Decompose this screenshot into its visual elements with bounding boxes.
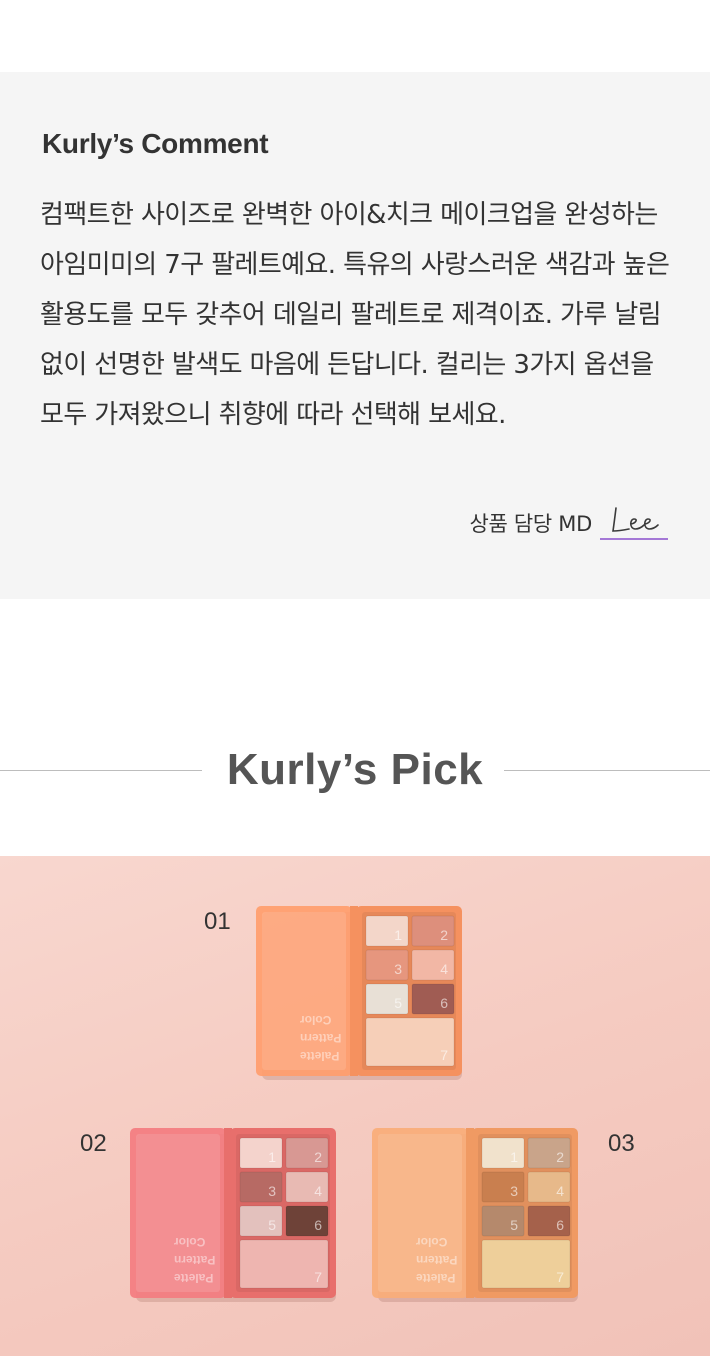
shade-label-6: 6: [314, 1217, 322, 1233]
signature-scribble-icon: [612, 507, 659, 532]
lid-text: Pattern: [416, 1253, 457, 1267]
option-number-03: 03: [608, 1130, 635, 1157]
lid-text: Color: [174, 1235, 206, 1249]
shade-label-2: 2: [440, 927, 448, 943]
lid-text: Pattern: [300, 1031, 341, 1045]
lid-text: Palette: [300, 1049, 340, 1063]
shade-label-5: 5: [394, 995, 402, 1011]
divider-right: [504, 770, 710, 771]
shade-label-4: 4: [440, 961, 448, 977]
kurlys-pick-header: Kurly’s Pick: [0, 740, 710, 800]
palette-lid-inner: [262, 912, 346, 1070]
shade-label-1: 1: [268, 1149, 276, 1165]
md-label: 상품 담당 MD: [469, 512, 592, 536]
md-comment-section: Kurly’s Comment 컴팩트한 사이즈로 완벽한 아이&치크 메이크업…: [0, 72, 710, 599]
comment-body: 컴팩트한 사이즈로 완벽한 아이&치크 메이크업을 완성하는 아임미미의 7구 …: [40, 200, 670, 430]
lid-text: Color: [416, 1235, 448, 1249]
lid-text: Pattern: [174, 1253, 215, 1267]
lid-text: Palette: [174, 1271, 214, 1285]
comment-title: Kurly’s Comment: [42, 128, 269, 159]
palette-03: Color Pattern Palette 1 2 3 4 5 6 7: [372, 1128, 578, 1302]
lid-text: Palette: [416, 1271, 456, 1285]
palette-lid-inner: [136, 1134, 220, 1292]
shade-label-3: 3: [510, 1183, 518, 1199]
shade-label-7: 7: [556, 1269, 564, 1285]
shade-label-7: 7: [440, 1047, 448, 1063]
md-signature-row: 상품 담당 MD: [469, 504, 668, 540]
shade-label-6: 6: [556, 1217, 564, 1233]
shade-label-2: 2: [556, 1149, 564, 1165]
shade-label-3: 3: [394, 961, 402, 977]
lid-text: Color: [300, 1013, 332, 1027]
option-number-01: 01: [204, 908, 231, 935]
palette-01: Color Pattern Palette 1 2 3 4 5 6 7: [256, 906, 462, 1080]
shade-label-1: 1: [394, 927, 402, 943]
shade-label-6: 6: [440, 995, 448, 1011]
shade-label-5: 5: [510, 1217, 518, 1233]
product-photo: 01 02 03 Color Pattern Palette 1 2 3 4 5 6 7 Colo…: [0, 856, 710, 1356]
shade-label-4: 4: [556, 1183, 564, 1199]
palette-lid-inner: [378, 1134, 462, 1292]
shade-label-7: 7: [314, 1269, 322, 1285]
shade-label-2: 2: [314, 1149, 322, 1165]
shade-label-5: 5: [268, 1217, 276, 1233]
md-signature: [600, 504, 668, 540]
shade-label-1: 1: [510, 1149, 518, 1165]
option-number-02: 02: [80, 1130, 107, 1157]
shade-label-3: 3: [268, 1183, 276, 1199]
palette-02: Color Pattern Palette 1 2 3 4 5 6 7: [130, 1128, 336, 1302]
shade-label-4: 4: [314, 1183, 322, 1199]
